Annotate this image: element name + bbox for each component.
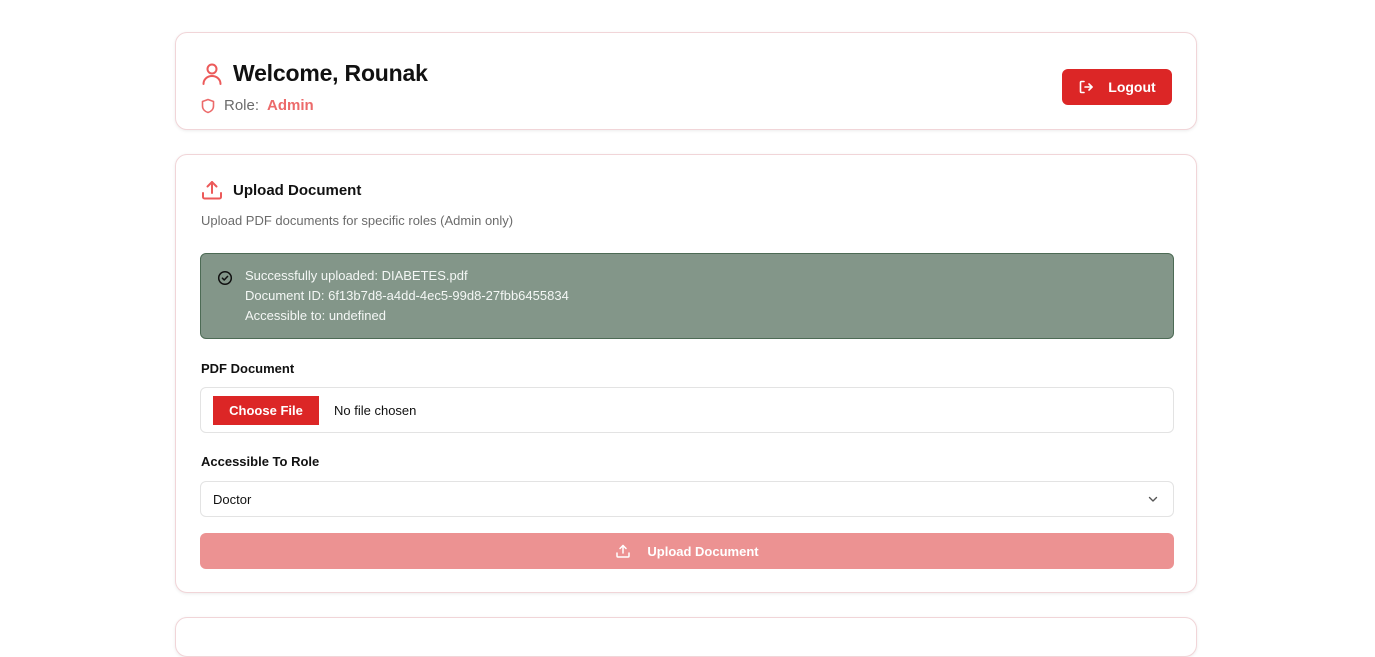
pdf-document-label: PDF Document [201, 361, 295, 376]
upload-section-description: Upload PDF documents for specific roles … [201, 213, 514, 228]
welcome-row: Welcome, Rounak [201, 60, 428, 87]
upload-icon [201, 179, 223, 201]
alert-accessible-to: Accessible to: undefined [245, 308, 386, 323]
chevron-down-icon [1147, 493, 1159, 505]
welcome-title: Welcome, Rounak [233, 60, 428, 86]
alert-uploaded-file: Successfully uploaded: DIABETES.pdf [245, 268, 468, 283]
welcome-card: Welcome, Rounak Role: Admin Logout [175, 32, 1197, 130]
role-row: Role: Admin [201, 97, 314, 114]
upload-section-title: Upload Document [233, 181, 362, 199]
shield-icon [201, 98, 215, 114]
upload-card: Upload Document Upload PDF documents for… [175, 154, 1197, 593]
choose-file-button[interactable]: Choose File [213, 396, 319, 425]
user-icon [201, 62, 223, 86]
alert-message: Successfully uploaded: DIABETES.pdf Docu… [245, 266, 569, 326]
success-alert: Successfully uploaded: DIABETES.pdf Docu… [200, 253, 1174, 339]
role-value: Admin [267, 97, 314, 114]
role-select-value: Doctor [213, 492, 252, 507]
logout-icon [1078, 79, 1094, 95]
role-select[interactable]: Doctor [200, 481, 1174, 517]
alert-document-id: Document ID: 6f13b7d8-a4dd-4ec5-99d8-27f… [245, 288, 569, 303]
logout-button[interactable]: Logout [1062, 69, 1172, 105]
upload-document-button[interactable]: Upload Document [200, 533, 1174, 569]
file-status-text: No file chosen [334, 403, 417, 418]
accessible-role-label: Accessible To Role [201, 454, 320, 469]
next-section-card [175, 617, 1197, 657]
pdf-file-input[interactable]: Choose File No file chosen [200, 387, 1174, 433]
upload-icon [615, 543, 631, 559]
logout-label: Logout [1108, 79, 1156, 95]
upload-title-row: Upload Document [201, 179, 361, 201]
role-label: Role: [224, 97, 260, 114]
upload-button-label: Upload Document [647, 543, 759, 559]
check-circle-icon [217, 270, 233, 286]
